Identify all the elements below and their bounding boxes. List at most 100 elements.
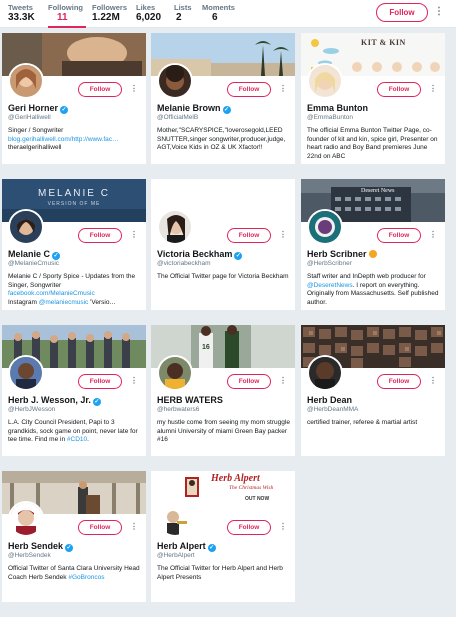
avatar[interactable]	[8, 355, 44, 391]
user-card[interactable]: Follow ⋮ Melanie Brown ✓ @OfficialMelB Mo…	[151, 33, 295, 164]
user-card[interactable]: Herb Alpert The Christmas Wish OUT NOW F…	[151, 471, 295, 602]
bio-mention-link[interactable]: @DeseretNews	[307, 282, 353, 289]
avatar[interactable]	[8, 501, 44, 537]
user-handle: @victoriabeckham	[157, 260, 211, 267]
more-options-icon[interactable]: ⋮	[429, 84, 437, 95]
follow-button[interactable]: Follow	[227, 82, 271, 97]
banner-text: MELANIE C	[38, 188, 110, 199]
user-name-text: Geri Horner	[8, 103, 59, 113]
avatar[interactable]	[157, 209, 193, 245]
avatar[interactable]	[157, 63, 193, 99]
user-handle: @HerbJWesson	[8, 406, 56, 413]
banner-text: Deseret News	[361, 188, 395, 194]
follow-button[interactable]: Follow	[78, 520, 122, 535]
user-name[interactable]: Herb Scribner	[307, 249, 377, 259]
avatar[interactable]	[8, 63, 44, 99]
more-options-icon[interactable]: ⋮	[130, 376, 138, 387]
follow-button[interactable]: Follow	[377, 82, 421, 97]
avatar[interactable]	[307, 63, 343, 99]
user-card[interactable]: Follow ⋮ Victoria Beckham ✓ @victoriabeck…	[151, 179, 295, 310]
stat-lists[interactable]: Lists 2	[174, 4, 192, 28]
stat-value: 6	[212, 12, 218, 23]
stat-label: Likes	[136, 3, 156, 12]
follow-button[interactable]: Follow	[377, 228, 421, 243]
more-options-icon[interactable]: ⋮	[130, 84, 138, 95]
more-options-icon[interactable]: ⋮	[130, 522, 138, 533]
verified-badge-icon: ✓	[60, 106, 69, 114]
user-name-text: Herb J. Wesson, Jr.	[8, 395, 91, 405]
stat-label: Moments	[202, 3, 235, 12]
user-card[interactable]: Follow ⋮ Herb J. Wesson, Jr. ✓ @HerbJWess…	[2, 325, 146, 456]
stat-moments[interactable]: Moments 6	[202, 4, 235, 28]
stat-likes[interactable]: Likes 6,020	[136, 4, 161, 28]
user-bio: Melanie C / Sporty Spice - Updates from …	[8, 273, 142, 307]
profile-follow-button[interactable]: Follow	[376, 3, 428, 22]
user-bio: L.A. City Council President, Papi to 3 g…	[8, 419, 142, 445]
more-options-icon[interactable]: ⋮	[279, 522, 287, 533]
user-card[interactable]: Follow ⋮ Herb Sendek ✓ @HerbSendek Offici…	[2, 471, 146, 602]
bio-hashtag-link[interactable]: #CD10	[67, 436, 87, 443]
user-name[interactable]: Victoria Beckham ✓	[157, 249, 243, 260]
user-name[interactable]: Herb Alpert ✓	[157, 541, 216, 552]
follow-button[interactable]: Follow	[78, 82, 122, 97]
avatar[interactable]	[157, 501, 193, 537]
avatar[interactable]	[8, 209, 44, 245]
avatar[interactable]	[307, 209, 343, 245]
user-card[interactable]: KIT & KIN Follow ⋮ Emma Bunton @EmmaBunt…	[301, 33, 445, 164]
stat-followers[interactable]: Followers 1.22M	[92, 4, 127, 28]
user-card[interactable]: Deseret News Follow ⋮ Herb Scribner @Her…	[301, 179, 445, 310]
avatar[interactable]	[157, 355, 193, 391]
stat-value: 33.3K	[8, 12, 35, 23]
bio-mention-link[interactable]: @melaniecmusic	[39, 299, 89, 306]
user-name[interactable]: Emma Bunton	[307, 103, 368, 113]
more-options-icon[interactable]: ⋮	[429, 376, 437, 387]
user-name-text: Emma Bunton	[307, 103, 369, 113]
user-handle: @HerbScribner	[307, 260, 352, 267]
user-card[interactable]: 16 Follow ⋮ HERB WATERS @herbwaters6 my …	[151, 325, 295, 456]
user-name[interactable]: Melanie C ✓	[8, 249, 61, 260]
user-name[interactable]: HERB WATERS	[157, 395, 223, 405]
more-options-icon[interactable]: ⋮	[130, 230, 138, 241]
user-card[interactable]: Follow ⋮ Geri Horner ✓ @GeriHalliwell Sin…	[2, 33, 146, 164]
user-handle: @GeriHalliwell	[8, 114, 51, 121]
bio-hashtag-link[interactable]: #GoBroncos	[68, 574, 104, 581]
more-options-icon[interactable]: ⋮	[279, 376, 287, 387]
user-bio: certified trainer, referee & martial art…	[307, 419, 418, 426]
more-options-icon[interactable]: ⋮	[434, 6, 444, 20]
banner-subtext: VERSION OF ME	[47, 201, 101, 207]
user-name[interactable]: Herb J. Wesson, Jr. ✓	[8, 395, 101, 406]
stat-tweets[interactable]: Tweets 33.3K	[8, 4, 35, 28]
stat-label: Followers	[92, 3, 128, 12]
follow-button[interactable]: Follow	[377, 374, 421, 389]
user-name[interactable]: Herb Dean	[307, 395, 352, 405]
more-options-icon[interactable]: ⋮	[429, 230, 437, 241]
more-options-icon[interactable]: ⋮	[279, 230, 287, 241]
follow-button[interactable]: Follow	[78, 374, 122, 389]
bio-link[interactable]: blog.gerihalliwell.com/http://www.fac…	[8, 136, 119, 143]
user-handle: @herbwaters6	[157, 406, 200, 413]
verified-badge-icon: ✓	[207, 544, 216, 552]
stat-following[interactable]: Following 11	[48, 4, 86, 28]
user-bio: my hustle come from seeing my mom strugg…	[157, 419, 290, 443]
user-bio: Official Twitter of Santa Clara Universi…	[8, 565, 142, 582]
user-card[interactable]: MELANIE C VERSION OF ME Follow ⋮ Melanie…	[2, 179, 146, 310]
bio-link[interactable]: facebook.com/MelanieCmusic	[8, 290, 95, 297]
follow-button[interactable]: Follow	[78, 228, 122, 243]
bio-text: Singer / Songwriter	[8, 127, 64, 134]
stat-label: Lists	[174, 3, 192, 12]
follow-button[interactable]: Follow	[227, 520, 271, 535]
more-options-icon[interactable]: ⋮	[279, 84, 287, 95]
user-card[interactable]: Follow ⋮ Herb Dean @HerbDeanMMA certifie…	[301, 325, 445, 456]
user-name[interactable]: Melanie Brown ✓	[157, 103, 231, 114]
user-bio: Singer / Songwriter blog.gerihalliwell.c…	[8, 127, 142, 153]
banner-release-text: OUT NOW	[245, 496, 270, 502]
user-name[interactable]: Geri Horner ✓	[8, 103, 69, 114]
follow-button[interactable]: Follow	[227, 228, 271, 243]
user-handle: @OfficialMelB	[157, 114, 199, 121]
bio-text: 'Versio…	[90, 298, 116, 306]
avatar[interactable]	[307, 355, 343, 391]
follow-button[interactable]: Follow	[227, 374, 271, 389]
user-bio: Staff writer and InDepth web producer fo…	[307, 273, 441, 307]
user-bio: The official Emma Bunton Twitter Page, c…	[307, 127, 438, 160]
user-name[interactable]: Herb Sendek ✓	[8, 541, 74, 552]
